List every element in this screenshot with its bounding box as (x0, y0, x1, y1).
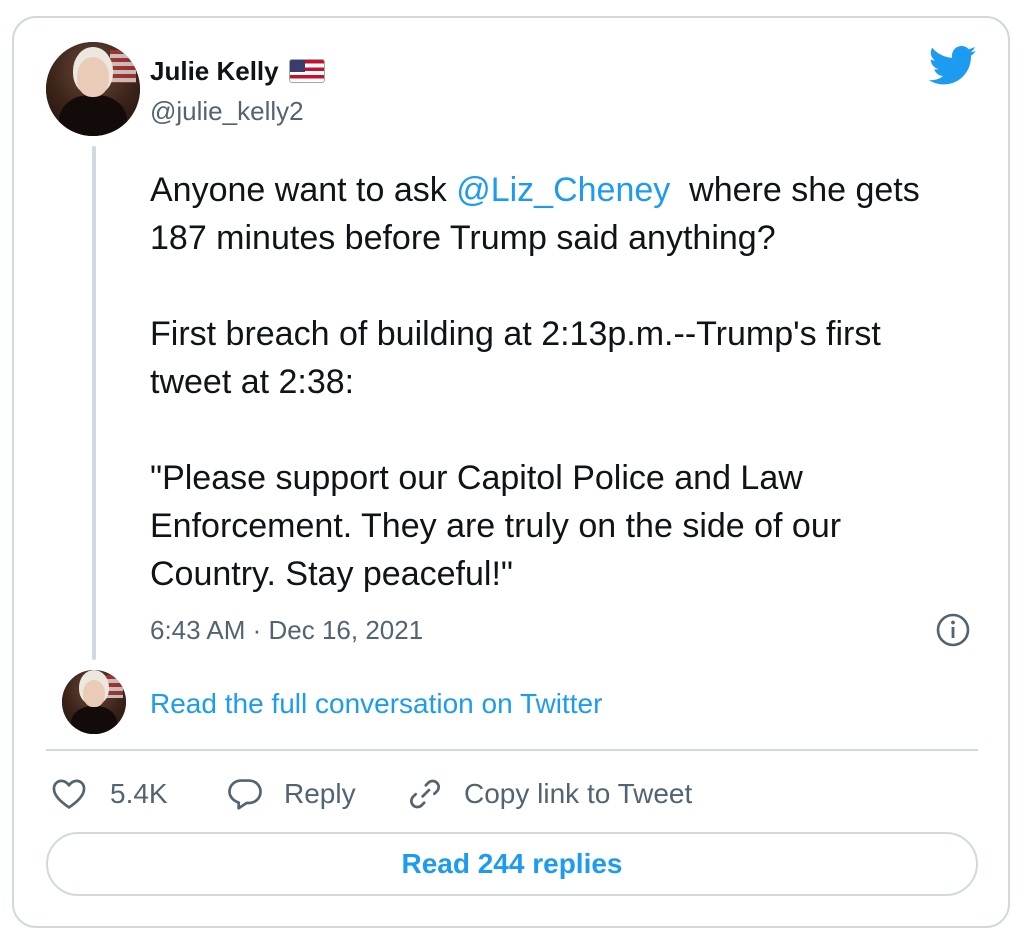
tweet-paragraph-3: "Please support our Capitol Police and L… (150, 459, 842, 593)
tweet-paragraph-1: Anyone want to ask @Liz_Cheney where she… (150, 166, 960, 262)
copy-link-label: Copy link to Tweet (464, 778, 693, 809)
reply-button[interactable]: Reply (226, 770, 356, 818)
tweet-paragraph-2: First breach of building at 2:13p.m.--Tr… (150, 315, 881, 401)
read-conversation-link[interactable]: Read the full conversation on Twitter (150, 686, 602, 722)
mention-link[interactable]: @Liz_Cheney (456, 171, 670, 209)
tweet-timestamp[interactable]: 6:43 AM · Dec 16, 2021 (150, 612, 423, 648)
author-name[interactable]: Julie Kelly (150, 56, 279, 86)
author-name-row[interactable]: Julie Kelly (150, 56, 325, 86)
twitter-bird-icon[interactable] (929, 46, 977, 86)
heart-icon (52, 779, 86, 809)
divider (46, 749, 978, 751)
tweet-text-segment: Anyone want to ask (150, 171, 457, 209)
author-handle[interactable]: @julie_kelly2 (150, 96, 304, 126)
reply-label: Reply (284, 778, 356, 809)
author-avatar[interactable] (46, 42, 140, 136)
reply-bubble-icon (228, 779, 262, 810)
like-button[interactable]: 5.4K (50, 770, 168, 818)
like-count: 5.4K (110, 778, 168, 809)
link-icon (410, 779, 440, 809)
copy-link-button[interactable]: Copy link to Tweet (406, 770, 692, 818)
conversation-avatar[interactable] (62, 670, 126, 734)
us-flag-icon (288, 59, 325, 83)
info-icon[interactable] (935, 612, 971, 648)
thread-line (92, 146, 96, 660)
tweet-text: Anyone want to ask @Liz_Cheney where she… (150, 166, 960, 598)
read-replies-button[interactable]: Read 244 replies (46, 832, 978, 896)
